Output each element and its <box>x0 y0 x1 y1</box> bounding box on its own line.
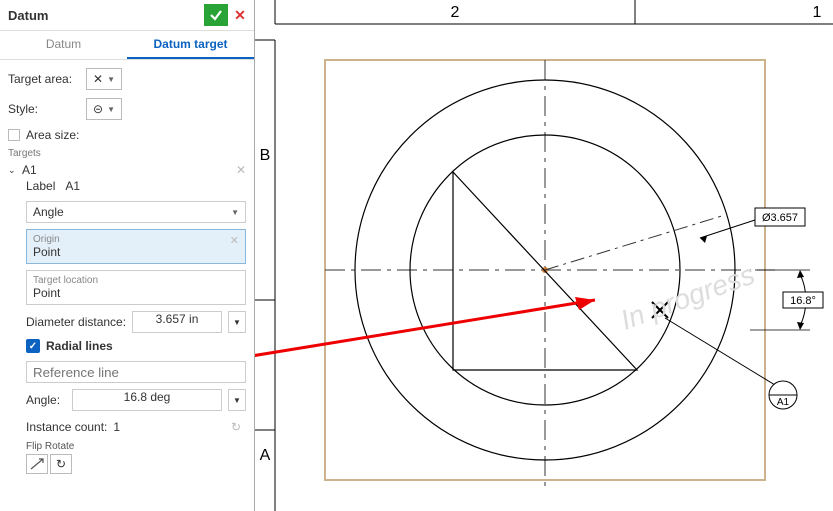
rotate-button[interactable]: ↻ <box>50 454 72 474</box>
angle-dropdown[interactable]: ▼ <box>228 389 246 411</box>
remove-item-button[interactable]: ✕ <box>236 163 246 177</box>
refresh-button[interactable]: ↻ <box>226 417 246 437</box>
chevron-down-icon: ▼ <box>107 105 115 114</box>
tree-item-label: A1 <box>22 163 37 177</box>
area-size-checkbox[interactable] <box>8 129 20 141</box>
instance-count-label: Instance count: <box>26 420 107 434</box>
target-area-label: Target area: <box>8 72 78 86</box>
target-location-value: Point <box>33 286 239 300</box>
style-icon: ⊝ <box>93 102 103 116</box>
datum-target-text: A1 <box>777 397 790 408</box>
origin-value: Point <box>33 245 239 259</box>
radial-line <box>545 215 725 270</box>
annotation-arrow <box>255 297 595 375</box>
check-icon <box>209 8 223 22</box>
style-label: Style: <box>8 102 78 116</box>
target-location-field[interactable]: Target location Point <box>26 270 246 305</box>
row-label-b: B <box>260 147 271 164</box>
target-location-label: Target location <box>33 275 239 286</box>
flip-rotate-label: Flip Rotate <box>26 441 246 452</box>
angle-mode-select[interactable]: Angle ▼ <box>26 201 246 223</box>
drawing-svg: 2 1 B A A1 <box>255 0 833 511</box>
diameter-distance-input[interactable]: 3.657 in <box>132 311 222 333</box>
angle-dimension: 16.8° <box>750 270 823 330</box>
label-field-value: A1 <box>65 179 80 193</box>
style-select[interactable]: ⊝ ▼ <box>86 98 122 120</box>
close-icon: ✕ <box>234 7 246 24</box>
flip-icon <box>30 458 44 470</box>
label-field-label: Label <box>26 179 55 193</box>
form-body: Target area: ✕ ▼ Style: ⊝ ▼ Area size: T… <box>0 60 254 511</box>
tab-bar: Datum Datum target <box>0 31 254 60</box>
datum-target-symbol: A1 <box>769 381 797 409</box>
tree-item-a1[interactable]: ⌄ A1 ✕ <box>8 161 246 179</box>
radial-lines-label: Radial lines <box>46 339 113 353</box>
radial-lines-checkbox[interactable]: ✓ <box>26 339 40 353</box>
rotate-icon: ↻ <box>56 457 66 471</box>
tab-datum[interactable]: Datum <box>0 31 127 59</box>
chevron-down-icon: ⌄ <box>8 165 18 176</box>
arrowhead-icon <box>700 236 707 243</box>
x-icon: ✕ <box>93 72 103 86</box>
drawing-canvas[interactable]: 2 1 B A A1 <box>255 0 833 511</box>
properties-panel: Datum ✕ Datum Datum target Target area: … <box>0 0 255 511</box>
angle-input[interactable]: 16.8 deg <box>72 389 222 411</box>
row-label-a: A <box>260 447 271 464</box>
angle-dim-text: 16.8° <box>790 295 816 307</box>
diameter-distance-label: Diameter distance: <box>26 315 126 329</box>
reference-line-input[interactable] <box>26 361 246 383</box>
instance-count-value: 1 <box>113 420 120 434</box>
accept-button[interactable] <box>204 4 228 26</box>
diameter-distance-dropdown[interactable]: ▼ <box>228 311 246 333</box>
chevron-down-icon: ▼ <box>231 208 239 217</box>
clear-origin-button[interactable]: ✕ <box>230 234 239 247</box>
angle-label: Angle: <box>26 393 66 407</box>
targets-section-label: Targets <box>8 148 246 159</box>
panel-header: Datum ✕ <box>0 0 254 31</box>
origin-label: Origin <box>33 234 239 245</box>
area-size-label: Area size: <box>26 128 79 142</box>
col-label-1: 1 <box>813 4 822 21</box>
diameter-dim-text: Ø3.657 <box>762 212 798 224</box>
origin-field[interactable]: ✕ Origin Point <box>26 229 246 264</box>
diameter-leader <box>700 220 755 238</box>
angle-mode-label: Angle <box>33 205 64 219</box>
col-label-2: 2 <box>451 4 460 21</box>
panel-title: Datum <box>8 8 48 23</box>
cancel-button[interactable]: ✕ <box>230 4 250 26</box>
chevron-down-icon: ▼ <box>107 75 115 84</box>
tab-datum-target[interactable]: Datum target <box>127 31 254 59</box>
datum-leader <box>665 318 775 385</box>
flip-button[interactable] <box>26 454 48 474</box>
target-area-select[interactable]: ✕ ▼ <box>86 68 122 90</box>
